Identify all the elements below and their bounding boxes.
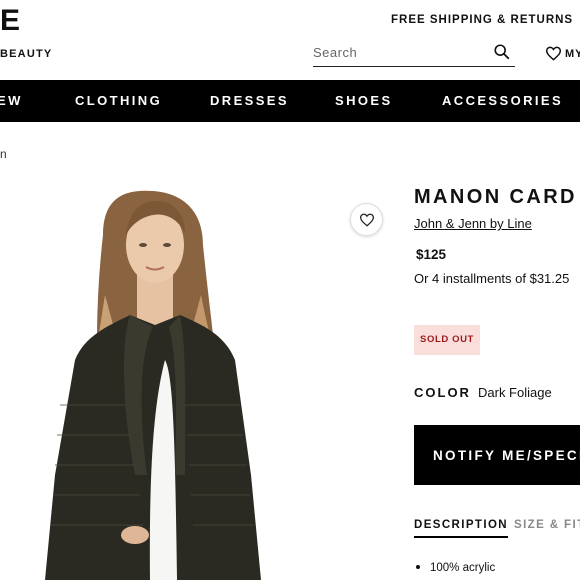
search-icon[interactable] [493,43,511,61]
free-shipping-banner[interactable]: FREE SHIPPING & RETURNS [391,14,573,26]
tab-size-fit[interactable]: SIZE & FIT [514,519,580,531]
heart-icon [359,213,374,227]
bullet-dot [416,565,420,569]
color-value: Dark Foliage [478,385,552,400]
beauty-link[interactable]: BEAUTY [0,48,52,60]
my-account-link[interactable]: MY [545,46,580,61]
nav-item-accessories[interactable]: ACCESSORIES [442,80,563,122]
nav-item-shoes[interactable]: SHOES [335,80,393,122]
detail-item: 100% acrylic [414,562,495,574]
detail-text: 100% acrylic [430,562,496,574]
search-bar [313,40,515,67]
main-nav: EW CLOTHING DRESSES SHOES ACCESSORIES [0,80,580,122]
sold-out-badge: SOLD OUT [414,325,480,355]
brand-link[interactable]: John & Jenn by Line [414,216,532,231]
favorite-button[interactable] [350,203,383,236]
product-image[interactable] [35,175,340,580]
tab-description[interactable]: DESCRIPTION [414,519,508,538]
installments-text: Or 4 installments of $31.25 [414,271,570,286]
account-label: MY [565,47,580,60]
product-price: $125 [416,247,447,262]
search-input[interactable] [313,40,483,64]
notify-me-button[interactable]: NOTIFY ME/SPECIA [414,425,580,485]
nav-item-new[interactable]: EW [0,80,23,122]
breadcrumb[interactable]: n [0,147,7,161]
nav-item-clothing[interactable]: CLOTHING [75,80,162,122]
store-logo[interactable]: E [0,4,21,38]
product-title: MANON CARD [414,186,577,208]
nav-item-dresses[interactable]: DRESSES [210,80,289,122]
heart-icon [545,46,562,61]
color-label: COLOR [414,385,471,400]
